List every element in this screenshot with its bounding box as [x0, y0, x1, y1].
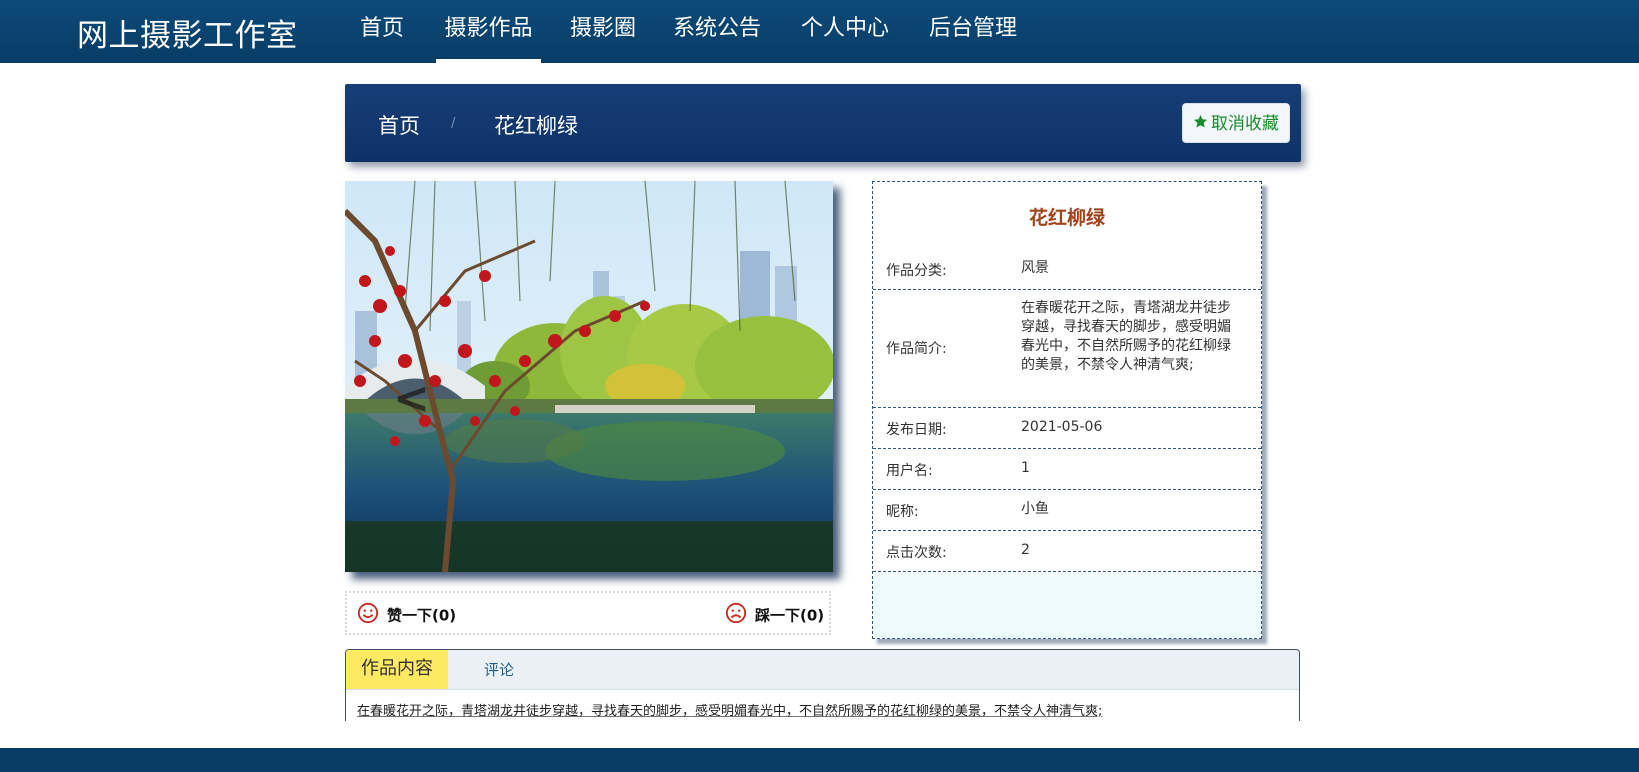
work-content-text: 在春暖花开之际，青塔湖龙井徒步穿越，寻找春天的脚步，感受明媚春光中，不自然所赐予…	[357, 704, 1103, 719]
tab-comments[interactable]: 评论	[484, 650, 514, 689]
frown-icon	[725, 602, 747, 628]
vote-bar: 赞一下(0) 踩一下(0)	[345, 591, 831, 635]
star-icon	[1193, 104, 1208, 144]
detail-label: 作品简介:	[886, 341, 947, 357]
detail-label: 昵称:	[886, 504, 919, 520]
details-title: 花红柳绿	[1028, 207, 1105, 229]
nav-item-admin[interactable]: 后台管理	[929, 0, 1017, 63]
detail-label: 发布日期:	[886, 422, 947, 438]
breadcrumb-home[interactable]: 首页	[378, 110, 420, 140]
breadcrumb-separator: /	[451, 116, 456, 131]
nav-item-announcements[interactable]: 系统公告	[673, 0, 761, 63]
tab-work-content[interactable]: 作品内容	[346, 650, 448, 689]
detail-value: 1	[1021, 460, 1030, 476]
nav-item-photo-circle[interactable]: 摄影圈	[570, 0, 636, 63]
dislike-label: 踩一下(0)	[755, 606, 825, 625]
detail-row-category: 作品分类: 风景	[873, 248, 1261, 290]
detail-row-publish-date: 发布日期: 2021-05-06	[873, 407, 1261, 449]
nav-item-photo-works[interactable]: 摄影作品	[436, 0, 541, 63]
prev-photo-arrow-icon[interactable]	[385, 375, 435, 425]
detail-row-description: 作品简介: 在春暖花开之际，青塔湖龙井徒步穿越，寻找春天的脚步，感受明媚春光中，…	[873, 289, 1261, 408]
photo-details-panel: 花红柳绿 作品分类: 风景 作品简介: 在春暖花开之际，青塔湖龙井徒步穿越，寻找…	[872, 181, 1262, 639]
detail-value: 2	[1021, 542, 1030, 558]
detail-value: 小鱼	[1021, 501, 1049, 517]
detail-label: 用户名:	[886, 463, 933, 479]
like-label: 赞一下(0)	[387, 606, 457, 625]
site-brand[interactable]: 网上摄影工作室	[77, 10, 298, 55]
detail-value: 风景	[1021, 260, 1049, 276]
like-button[interactable]: 赞一下(0)	[357, 602, 456, 628]
tab-header: 作品内容 评论	[346, 650, 1299, 690]
unfavorite-label: 取消收藏	[1211, 114, 1279, 134]
next-photo-arrow-icon[interactable]	[806, 375, 832, 415]
detail-row-nickname: 昵称: 小鱼	[873, 489, 1261, 531]
dislike-button[interactable]: 踩一下(0)	[725, 602, 824, 628]
footer-bar	[0, 748, 1639, 772]
unfavorite-button[interactable]: 取消收藏	[1182, 103, 1290, 143]
top-navbar: 网上摄影工作室 首页 摄影作品 摄影圈 系统公告 个人中心 后台管理	[0, 0, 1639, 63]
detail-row-username: 用户名: 1	[873, 448, 1261, 490]
detail-label: 点击次数:	[886, 545, 947, 561]
detail-row-click-count: 点击次数: 2	[873, 530, 1261, 572]
nav-item-home[interactable]: 首页	[360, 0, 404, 63]
detail-label: 作品分类:	[886, 263, 947, 279]
smile-icon	[357, 602, 379, 628]
nav-item-user-center[interactable]: 个人中心	[801, 0, 889, 63]
detail-value: 在春暖花开之际，青塔湖龙井徒步穿越，寻找春天的脚步，感受明媚春光中，不自然所赐予…	[1021, 300, 1231, 373]
detail-value: 2021-05-06	[1021, 419, 1103, 435]
content-tabs: 作品内容 评论 在春暖花开之际，青塔湖龙井徒步穿越，寻找春天的脚步，感受明媚春光…	[345, 649, 1300, 721]
details-empty-area	[873, 573, 1261, 638]
breadcrumb-current: 花红柳绿	[494, 114, 578, 138]
breadcrumb: 首页 / 花红柳绿 取消收藏	[345, 84, 1301, 162]
